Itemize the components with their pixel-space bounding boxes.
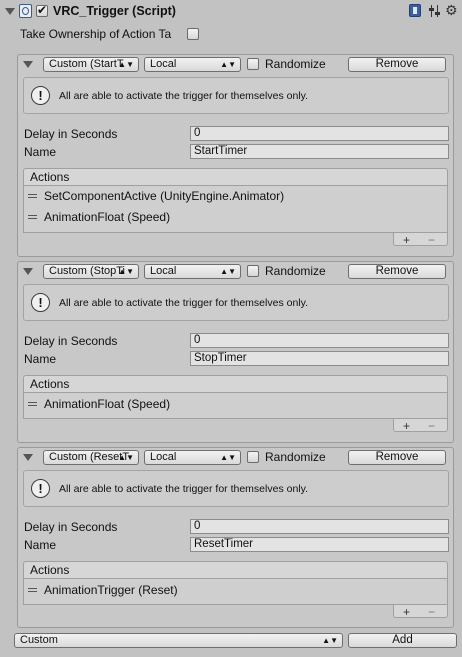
dropdown-arrow-icon: ▲▼: [220, 267, 236, 276]
action-item[interactable]: AnimationTrigger (Reset): [44, 583, 178, 597]
name-label: Name: [24, 538, 57, 552]
randomize-label: Randomize: [265, 264, 326, 278]
actions-list-header: Actions: [23, 561, 448, 578]
action-item[interactable]: AnimationFloat (Speed): [44, 397, 170, 411]
name-input[interactable]: ResetTimer: [190, 537, 449, 552]
dropdown-arrow-icon: ▲▼: [220, 453, 236, 462]
add-action-button[interactable]: +: [403, 605, 410, 619]
ownership-checkbox[interactable]: [187, 28, 199, 40]
remove-trigger-button[interactable]: Remove: [348, 450, 446, 465]
name-label: Name: [24, 352, 57, 366]
remove-action-button[interactable]: −: [428, 233, 435, 247]
dropdown-arrow-icon: ▲▼: [118, 267, 134, 276]
add-trigger-button[interactable]: Add: [348, 633, 457, 648]
help-text: All are able to activate the trigger for…: [59, 297, 309, 309]
actions-list-header: Actions: [23, 168, 448, 185]
remove-action-button[interactable]: −: [428, 419, 435, 433]
actions-list-footer: [393, 605, 448, 618]
randomize-checkbox[interactable]: [247, 451, 259, 463]
dropdown-arrow-icon: ▲▼: [118, 60, 134, 69]
delay-input[interactable]: 0: [190, 333, 449, 348]
delay-label: Delay in Seconds: [24, 520, 118, 534]
dropdown-arrow-icon: ▲▼: [118, 453, 134, 462]
broadcast-type-dropdown[interactable]: Local ▲▼: [144, 450, 241, 465]
delay-input[interactable]: 0: [190, 126, 449, 141]
component-title: VRC_Trigger (Script): [53, 4, 176, 18]
delay-label: Delay in Seconds: [24, 334, 118, 348]
remove-action-button[interactable]: −: [428, 605, 435, 619]
help-text: All are able to activate the trigger for…: [59, 483, 309, 495]
delay-label: Delay in Seconds: [24, 127, 118, 141]
drag-handle-icon[interactable]: [28, 402, 37, 406]
randomize-label: Randomize: [265, 450, 326, 464]
dropdown-arrow-icon: ▲▼: [220, 60, 236, 69]
trigger-foldout-icon[interactable]: [23, 268, 33, 275]
info-icon: !: [31, 86, 50, 105]
add-action-button[interactable]: +: [403, 233, 410, 247]
trigger-foldout-icon[interactable]: [23, 454, 33, 461]
drag-handle-icon[interactable]: [28, 215, 37, 219]
new-trigger-type-dropdown[interactable]: Custom ▲▼: [14, 633, 343, 648]
actions-list-footer: [393, 419, 448, 432]
gear-icon[interactable]: ⚙: [445, 2, 458, 19]
remove-trigger-button[interactable]: Remove: [348, 264, 446, 279]
trigger-foldout-icon[interactable]: [23, 61, 33, 68]
component-enabled-checkbox[interactable]: [36, 3, 48, 17]
broadcast-type-dropdown[interactable]: Local ▲▼: [144, 57, 241, 72]
action-item[interactable]: AnimationFloat (Speed): [44, 210, 170, 224]
randomize-checkbox[interactable]: [247, 265, 259, 277]
sliders-icon[interactable]: [429, 5, 441, 17]
book-help-icon[interactable]: [409, 4, 421, 17]
add-action-button[interactable]: +: [403, 419, 410, 433]
delay-input[interactable]: 0: [190, 519, 449, 534]
info-icon: !: [31, 293, 50, 312]
actions-list-footer: [393, 233, 448, 246]
ownership-label: Take Ownership of Action Ta: [20, 27, 172, 41]
action-item[interactable]: SetComponentActive (UnityEngine.Animator…: [44, 189, 284, 203]
broadcast-type-dropdown[interactable]: Local ▲▼: [144, 264, 241, 279]
drag-handle-icon[interactable]: [28, 194, 37, 198]
name-input[interactable]: StartTimer: [190, 144, 449, 159]
trigger-type-dropdown[interactable]: Custom (ResetT ▲▼: [43, 450, 139, 465]
randomize-checkbox[interactable]: [247, 58, 259, 70]
help-text: All are able to activate the trigger for…: [59, 90, 309, 102]
script-icon: [19, 4, 32, 18]
randomize-label: Randomize: [265, 57, 326, 71]
trigger-type-dropdown[interactable]: Custom (StartT ▲▼: [43, 57, 139, 72]
name-input[interactable]: StopTimer: [190, 351, 449, 366]
remove-trigger-button[interactable]: Remove: [348, 57, 446, 72]
dropdown-arrow-icon: ▲▼: [322, 636, 338, 645]
actions-list-header: Actions: [23, 375, 448, 392]
info-icon: !: [31, 479, 50, 498]
component-foldout-icon[interactable]: [5, 8, 15, 15]
trigger-type-dropdown[interactable]: Custom (StopTi ▲▼: [43, 264, 139, 279]
name-label: Name: [24, 145, 57, 159]
drag-handle-icon[interactable]: [28, 588, 37, 592]
